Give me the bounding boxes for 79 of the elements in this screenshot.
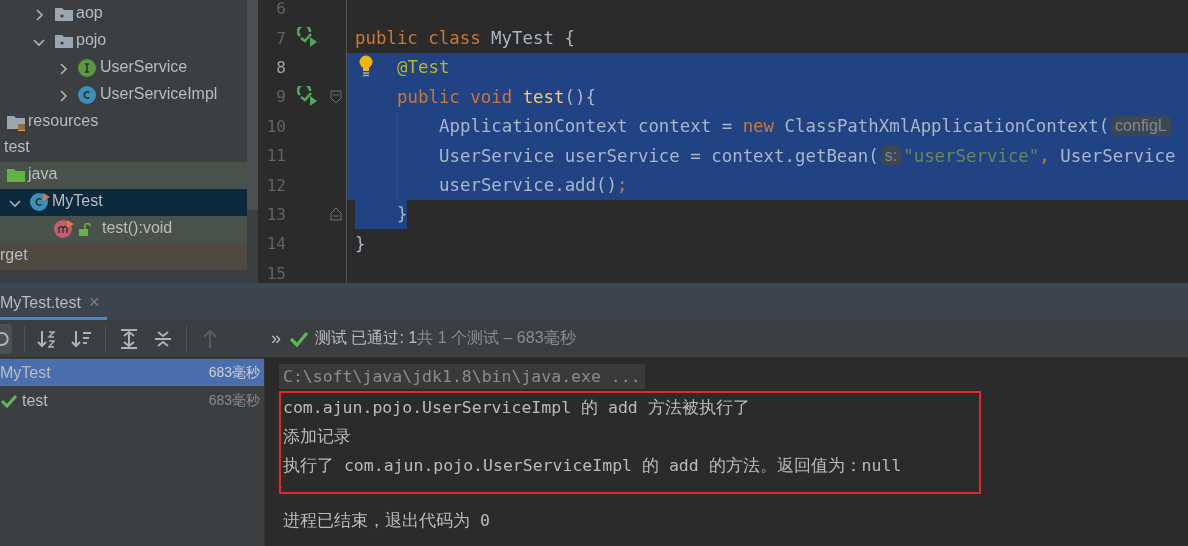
tree-label: test	[4, 138, 30, 157]
tree-item[interactable]: resources	[0, 108, 247, 136]
line-number: 12	[265, 175, 286, 195]
fold-icon[interactable]	[330, 89, 342, 104]
tree-item[interactable]: rget	[0, 243, 247, 270]
output-line: 添加记录	[283, 425, 351, 448]
code-token: }	[397, 204, 408, 225]
test-name: test	[22, 391, 49, 410]
code-token: ,	[1039, 145, 1050, 166]
tree-label: resources	[28, 111, 99, 130]
code-token: new	[742, 116, 775, 137]
test-result-item[interactable]: MyTest 683毫秒	[0, 359, 264, 386]
unlock-icon	[78, 223, 92, 238]
tree-item[interactable]: test():void	[0, 216, 247, 243]
interface-icon	[78, 58, 96, 77]
status-label: 测试 已通过: 1	[315, 328, 418, 348]
test-duration: 683毫秒	[208, 363, 260, 382]
output-line: 进程已结束，退出代码为 0	[283, 509, 490, 532]
tree-label: UserService	[100, 57, 188, 76]
folder-icon	[6, 167, 26, 184]
line-number: 7	[275, 28, 286, 48]
run-icon[interactable]	[297, 85, 319, 108]
code-token: ClassPathXmlApplicationContext(	[783, 116, 1110, 137]
code-token: public void	[397, 86, 514, 107]
test-duration: 683毫秒	[208, 391, 260, 410]
tree-label: java	[28, 165, 58, 184]
parameter-hint: configL	[1111, 116, 1171, 137]
test-name: MyTest	[0, 363, 52, 382]
line-number: 10	[265, 116, 286, 136]
folder-icon	[54, 32, 74, 49]
folder-icon	[54, 6, 74, 22]
tree-item[interactable]: MyTest	[0, 189, 247, 217]
code-token: (){	[564, 86, 596, 107]
tree-label: UserServiceImpl	[100, 84, 218, 103]
code-token: @Test	[397, 57, 450, 78]
lightbulb-icon[interactable]	[358, 54, 374, 77]
tree-label: aop	[76, 4, 103, 22]
code-token: public class	[355, 28, 481, 49]
line-number: 15	[265, 263, 286, 283]
code-token: UserService	[1059, 145, 1176, 166]
line-number: 9	[275, 87, 286, 107]
class-icon	[30, 193, 50, 212]
resources-folder-icon	[6, 113, 26, 132]
run-icon[interactable]	[297, 27, 319, 50]
code-token: "userService"	[903, 145, 1040, 166]
fold-icon[interactable]	[330, 207, 342, 222]
code-token: userService.add()	[439, 175, 617, 196]
code-token: UserService userService = context.getBean(	[439, 145, 879, 166]
tree-item[interactable]: java	[0, 162, 247, 190]
tree-label: MyTest	[52, 192, 103, 211]
code-token: ApplicationContext context =	[439, 116, 734, 137]
more-button[interactable]: »	[271, 328, 281, 349]
code-token: MyTest {	[490, 28, 575, 49]
output-line: 执行了 com.ajun.pojo.UserServiceImpl 的 add 的方法。返回值为：null	[283, 454, 902, 477]
tree-item[interactable]: aop	[0, 1, 247, 28]
line-number: 8	[275, 57, 286, 77]
code-token: ;	[617, 175, 628, 196]
tree-label: rget	[0, 246, 28, 264]
tree-item[interactable]: UserService	[0, 54, 247, 82]
code-token: test	[522, 86, 565, 107]
line-number: 11	[265, 146, 286, 166]
line-number: 14	[265, 234, 286, 254]
parameter-hint: s:	[880, 145, 902, 166]
tree-item[interactable]: pojo	[0, 27, 247, 55]
output-line: com.ajun.pojo.UserServiceImpl 的 add 方法被执行了	[283, 396, 750, 419]
tree-item[interactable]: test	[0, 135, 247, 163]
expand-all-icon	[118, 327, 140, 350]
tree-label: pojo	[76, 30, 107, 49]
class-icon	[78, 85, 98, 104]
tree-item[interactable]: UserServiceImpl	[0, 81, 247, 109]
status-summary: 共 1 个测试 – 683毫秒	[417, 328, 576, 348]
tree-label: test():void	[102, 219, 173, 238]
test-result-item[interactable]: test 683毫秒	[0, 387, 264, 414]
method-icon	[54, 220, 74, 239]
line-number: 13	[265, 204, 286, 224]
scrollbar[interactable]	[247, 0, 258, 210]
line-number: 6	[275, 0, 286, 19]
code-token: }	[355, 233, 366, 254]
rerun-button[interactable]	[0, 323, 12, 354]
